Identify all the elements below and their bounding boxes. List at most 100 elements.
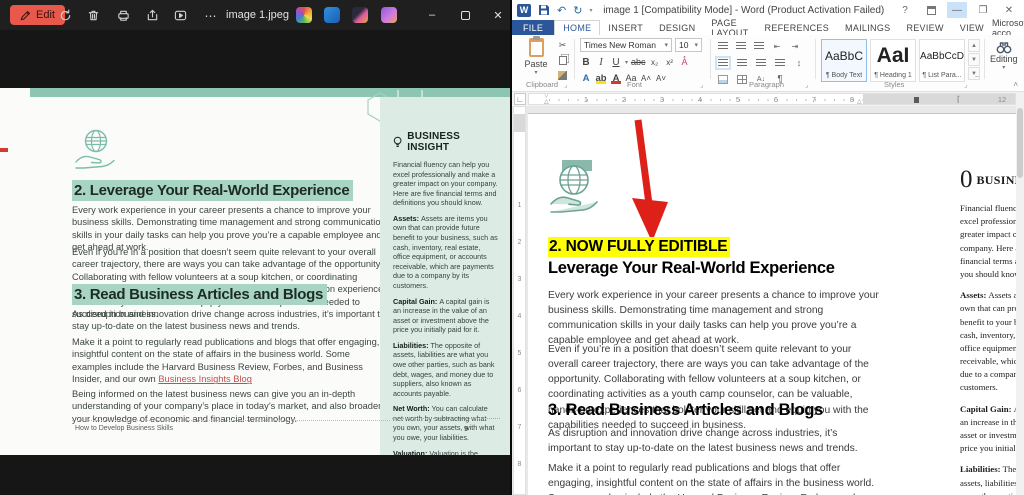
word-page[interactable]: 2. NOW FULLY EDITIBLE Leverage Your Real… (528, 113, 1016, 495)
align-left-button[interactable] (717, 57, 729, 69)
tab-file[interactable]: FILE (512, 20, 554, 35)
business-insight-sidebar: BUSINESS INSIGHT Financial fluency can h… (380, 97, 510, 455)
shrink-font-button[interactable]: A˅ (655, 72, 667, 84)
print-icon[interactable] (116, 8, 131, 23)
viewer-close-button[interactable]: ✕ (490, 7, 506, 23)
horizontal-ruler[interactable]: 1 2 3 4 5 6 7 8 12 ▽ △ △ ⌈ (528, 93, 1016, 105)
vertical-scrollbar[interactable] (1016, 92, 1024, 495)
word-close-button[interactable]: ✕ (999, 2, 1019, 18)
tab-home[interactable]: HOME (554, 20, 600, 35)
tab-mailings[interactable]: MAILINGS (837, 20, 898, 35)
tab-page-layout[interactable]: PAGE LAYOUT (703, 20, 756, 35)
font-size-value: 10 (679, 40, 688, 50)
paragraph-dialog-launcher[interactable]: ⌟ (805, 81, 808, 89)
underline-caret-icon[interactable]: ▾ (625, 59, 628, 66)
maximize-icon (461, 11, 470, 20)
strikethrough-button[interactable]: abc (631, 56, 646, 68)
underline-button[interactable]: U (610, 56, 622, 68)
style-list-paragraph[interactable]: AaBbCcD ¶ List Para... (919, 39, 965, 82)
viewer-minimize-button[interactable]: – (424, 7, 440, 23)
subscript-button[interactable]: x₂ (649, 56, 661, 68)
collapse-ribbon-button[interactable]: ˄ (1013, 80, 1018, 89)
right-indent-marker[interactable]: △ (857, 100, 862, 105)
multilevel-list-button[interactable] (753, 40, 765, 52)
footer-rule (72, 420, 390, 421)
styles-scroll-up-button[interactable]: ▲ (968, 39, 980, 52)
ribbon-display-options-button[interactable] (921, 2, 941, 18)
editing-menu[interactable]: Editing ▾ (990, 41, 1018, 71)
word-minimize-button[interactable]: — (947, 2, 967, 18)
numbering-button[interactable] (735, 40, 747, 52)
viewer-maximize-button[interactable] (457, 7, 473, 23)
bold-button[interactable]: B (580, 56, 592, 68)
styles-more-button[interactable]: ▼̲ (968, 67, 980, 80)
business-insights-blog-link[interactable]: Business Insights Blog (158, 374, 252, 384)
clipchamp-app-icon[interactable] (352, 7, 368, 23)
ruler-column-marker[interactable] (914, 97, 919, 103)
section-2-heading: Leverage Your Real-World Experience (548, 259, 883, 278)
hanging-indent-marker[interactable]: △ (544, 100, 549, 105)
ruler-margin-bracket: ⌈ (957, 95, 960, 104)
cut-button[interactable]: ✂ (556, 40, 569, 51)
photo-viewer-window: Edit ⋯ image 1.jpeg – ✕ (0, 0, 510, 495)
help-button[interactable]: ? (895, 2, 915, 18)
paint-app-icon[interactable] (324, 7, 340, 23)
redo-button[interactable]: ↻ (573, 4, 582, 17)
justify-button[interactable] (774, 57, 786, 69)
word-restore-button[interactable]: ❐ (973, 2, 993, 18)
scrollbar-thumb[interactable] (1017, 108, 1023, 178)
borders-button[interactable] (736, 73, 748, 85)
insight-title: BUSINESS INSIGHT (407, 131, 498, 153)
line-spacing-button[interactable]: ↕ (793, 57, 805, 69)
slideshow-icon[interactable] (173, 8, 188, 23)
clear-formatting-button[interactable]: A̽ (679, 56, 691, 68)
highlight-color-button[interactable]: ab (595, 72, 607, 84)
more-options-icon[interactable]: ⋯ (203, 8, 218, 23)
gallery-app-icon[interactable] (381, 7, 397, 23)
styles-dialog-launcher[interactable]: ⌟ (964, 81, 967, 89)
decrease-indent-button[interactable]: ⇤ (771, 40, 783, 52)
italic-button[interactable]: I (595, 56, 607, 68)
tab-stop-selector[interactable]: ∟ (514, 93, 526, 105)
numbering-icon (736, 42, 746, 50)
style-body-text[interactable]: AaBbC ¶ Body Text (821, 39, 867, 82)
photos-app-icon[interactable] (296, 7, 312, 23)
align-left-icon (718, 59, 728, 67)
paragraph: Every work experience in your career pre… (548, 288, 883, 349)
clipboard-dialog-launcher[interactable]: ⌟ (564, 81, 567, 89)
align-center-button[interactable] (736, 57, 748, 69)
edit-button[interactable]: Edit (10, 5, 65, 25)
tab-design[interactable]: DESIGN (651, 20, 703, 35)
increase-indent-button[interactable]: ⇥ (789, 40, 801, 52)
style-heading-1[interactable]: AaI ¶ Heading 1 (870, 39, 916, 82)
window-controls: ? — ❐ ✕ (895, 2, 1024, 18)
font-dialog-launcher[interactable]: ⌟ (700, 81, 703, 89)
align-right-button[interactable] (755, 57, 767, 69)
share-icon[interactable] (145, 8, 160, 23)
save-icon[interactable] (538, 4, 550, 16)
style-name: ¶ Heading 1 (874, 72, 912, 79)
ruler-number: 12 (998, 95, 1006, 104)
superscript-button[interactable]: x² (664, 56, 676, 68)
tab-references[interactable]: REFERENCES (757, 20, 838, 35)
font-name-caret-icon: ▾ (664, 41, 668, 49)
undo-button[interactable]: ↶ (557, 4, 566, 17)
paste-button[interactable]: Paste ▾ (520, 38, 552, 84)
paste-clipboard-icon (529, 38, 544, 57)
rotate-icon[interactable] (58, 8, 73, 23)
font-color-button[interactable]: A (610, 72, 622, 84)
copy-button[interactable] (556, 55, 569, 66)
font-size-combobox[interactable]: 10▾ (675, 38, 702, 52)
bullets-button[interactable] (717, 40, 729, 52)
font-name-combobox[interactable]: Times New Roman ▾ (580, 38, 672, 52)
text-effects-button[interactable]: A (580, 72, 592, 84)
vertical-ruler[interactable]: 1 2 3 4 5 6 7 8 (513, 106, 526, 495)
shading-button[interactable] (717, 73, 729, 85)
tab-view[interactable]: VIEW (952, 20, 992, 35)
tab-insert[interactable]: INSERT (600, 20, 651, 35)
delete-icon[interactable] (86, 8, 101, 23)
tab-review[interactable]: REVIEW (898, 20, 951, 35)
account-menu[interactable]: Microsoft acco...▾ (992, 20, 1024, 35)
styles-scroll-down-button[interactable]: ▼ (968, 53, 980, 66)
font-name-value: Times New Roman (584, 40, 656, 50)
